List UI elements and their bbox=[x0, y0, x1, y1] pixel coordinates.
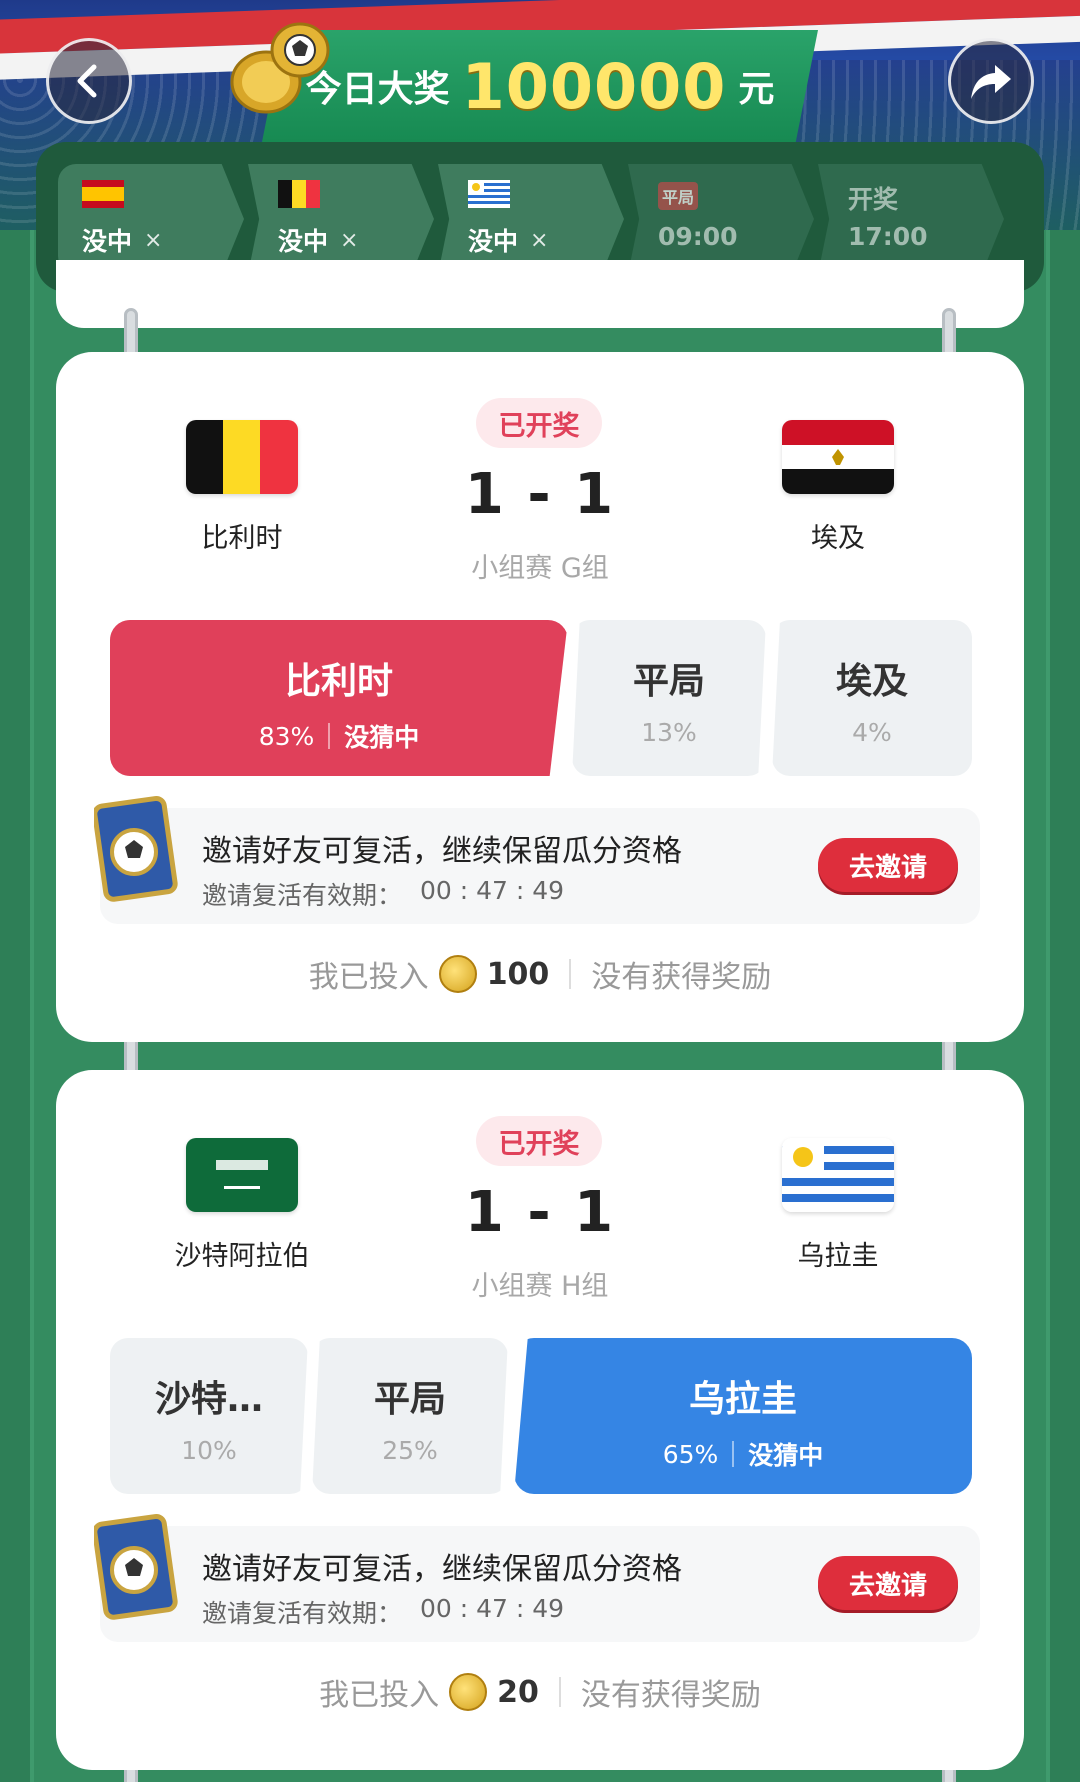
invested-label: 我已投入 bbox=[308, 960, 429, 995]
chevron-left-icon bbox=[77, 64, 97, 98]
option-label: 沙特… bbox=[154, 1379, 263, 1420]
steps-card-bottom bbox=[56, 260, 1024, 328]
cross-icon: × bbox=[530, 227, 549, 253]
match-card: 比利时 已开奖 1 - 1 小组赛 G组 埃及 比利时 83% 没猜中 平局 13… bbox=[56, 352, 1024, 1042]
uruguay-flag-icon bbox=[468, 180, 510, 208]
option-away[interactable]: 埃及 4% bbox=[772, 620, 972, 776]
invested-amount: 20 bbox=[497, 1674, 539, 1710]
option-percent: 65% bbox=[662, 1439, 719, 1469]
share-button[interactable] bbox=[948, 38, 1034, 124]
spain-flag-icon bbox=[82, 180, 124, 208]
home-team: 沙特阿拉伯 bbox=[112, 1138, 372, 1273]
belgium-flag-icon bbox=[186, 420, 298, 494]
coin-icon bbox=[449, 1673, 488, 1711]
step-3[interactable]: 没中 × bbox=[438, 164, 624, 274]
invite-button[interactable]: 去邀请 bbox=[818, 838, 958, 892]
invite-expiry-timer: 00 : 47 : 49 bbox=[420, 1594, 565, 1623]
option-home[interactable]: 比利时 83% 没猜中 bbox=[110, 620, 568, 776]
match-stage: 小组赛 H组 bbox=[471, 1271, 609, 1302]
reward-status: 没有获得奖励 bbox=[580, 1678, 761, 1713]
match-score: 1 - 1 bbox=[464, 1180, 616, 1245]
away-team-name: 乌拉圭 bbox=[797, 1241, 879, 1272]
cross-icon: × bbox=[144, 227, 163, 253]
status-badge: 已开奖 bbox=[476, 1116, 602, 1166]
option-percent: 4% bbox=[852, 718, 892, 747]
step-2[interactable]: 没中 × bbox=[248, 164, 434, 274]
away-team-name: 埃及 bbox=[811, 523, 865, 554]
option-label: 平局 bbox=[632, 661, 705, 702]
step-time: 09:00 bbox=[658, 222, 738, 251]
invite-title: 邀请好友可复活，继续保留瓜分资格 bbox=[202, 1552, 682, 1587]
option-result: 没猜中 bbox=[748, 1441, 824, 1470]
option-percent: 13% bbox=[641, 718, 697, 747]
coin-icon bbox=[438, 955, 477, 993]
invested-amount: 100 bbox=[486, 956, 550, 992]
option-label: 乌拉圭 bbox=[688, 1379, 797, 1420]
cross-icon: × bbox=[340, 227, 359, 253]
egypt-flag-icon bbox=[782, 420, 894, 494]
bet-options: 比利时 83% 没猜中 平局 13% 埃及 4% bbox=[110, 620, 972, 776]
step-result: 没中 bbox=[82, 227, 133, 256]
status-badge: 已开奖 bbox=[476, 398, 602, 448]
prize-banner: 今日大奖 100000 元 bbox=[262, 30, 818, 142]
option-away[interactable]: 乌拉圭 65% 没猜中 bbox=[514, 1338, 972, 1494]
invite-button[interactable]: 去邀请 bbox=[818, 1556, 958, 1610]
option-draw[interactable]: 平局 25% bbox=[312, 1338, 508, 1494]
match-stage: 小组赛 G组 bbox=[471, 553, 609, 584]
match-card: 沙特阿拉伯 已开奖 1 - 1 小组赛 H组 乌拉圭 沙特… 10% 平局 25… bbox=[56, 1070, 1024, 1770]
option-label: 平局 bbox=[373, 1379, 446, 1420]
match-score: 1 - 1 bbox=[464, 462, 616, 527]
option-home[interactable]: 沙特… 10% bbox=[110, 1338, 308, 1494]
step-draw-label: 开奖 bbox=[848, 185, 899, 214]
home-team-name: 沙特阿拉伯 bbox=[174, 1241, 310, 1272]
bet-options: 沙特… 10% 平局 25% 乌拉圭 65% 没猜中 bbox=[110, 1338, 972, 1494]
option-label: 比利时 bbox=[284, 661, 393, 702]
step-1[interactable]: 没中 × bbox=[58, 164, 244, 274]
home-team: 比利时 bbox=[112, 420, 372, 555]
invite-expiry-timer: 00 : 47 : 49 bbox=[420, 876, 565, 905]
reward-status: 没有获得奖励 bbox=[591, 960, 772, 995]
bet-summary: 我已投入 100 没有获得奖励 bbox=[56, 952, 1024, 996]
revive-card-icon bbox=[94, 1513, 178, 1620]
draw-badge: 平局 bbox=[658, 182, 699, 210]
share-icon bbox=[971, 65, 1011, 99]
step-result: 没中 bbox=[468, 227, 519, 256]
option-label: 埃及 bbox=[835, 661, 908, 702]
belgium-flag-icon bbox=[278, 180, 320, 208]
option-percent: 83% bbox=[258, 721, 315, 751]
prize-unit: 元 bbox=[738, 69, 775, 110]
step-time: 17:00 bbox=[848, 222, 928, 251]
step-4[interactable]: 平局 09:00 bbox=[628, 164, 814, 274]
bet-summary: 我已投入 20 没有获得奖励 bbox=[56, 1670, 1024, 1714]
back-button[interactable] bbox=[46, 38, 132, 124]
option-percent: 10% bbox=[181, 1436, 237, 1465]
step-5[interactable]: 开奖 17:00 bbox=[818, 164, 1004, 274]
prize-amount: 100000 bbox=[461, 49, 727, 123]
saudi-arabia-flag-icon bbox=[186, 1138, 298, 1212]
away-team: 乌拉圭 bbox=[708, 1138, 968, 1273]
revive-card-icon bbox=[94, 795, 178, 902]
home-team-name: 比利时 bbox=[201, 523, 283, 554]
gold-coins-icon bbox=[230, 22, 330, 114]
invite-title: 邀请好友可复活，继续保留瓜分资格 bbox=[202, 834, 682, 869]
revive-invite-panel: 邀请好友可复活，继续保留瓜分资格 邀请复活有效期： 00 : 47 : 49 去邀… bbox=[94, 795, 980, 924]
away-team: 埃及 bbox=[708, 420, 968, 555]
invite-expiry-label: 邀请复活有效期： bbox=[202, 1599, 403, 1628]
option-result: 没猜中 bbox=[344, 723, 420, 752]
step-result: 没中 bbox=[278, 227, 329, 256]
uruguay-flag-icon bbox=[782, 1138, 894, 1212]
option-percent: 25% bbox=[382, 1436, 438, 1465]
invite-expiry-label: 邀请复活有效期： bbox=[202, 881, 403, 910]
revive-invite-panel: 邀请好友可复活，继续保留瓜分资格 邀请复活有效期： 00 : 47 : 49 去邀… bbox=[94, 1513, 980, 1642]
option-draw[interactable]: 平局 13% bbox=[572, 620, 766, 776]
invested-label: 我已投入 bbox=[319, 1678, 440, 1713]
